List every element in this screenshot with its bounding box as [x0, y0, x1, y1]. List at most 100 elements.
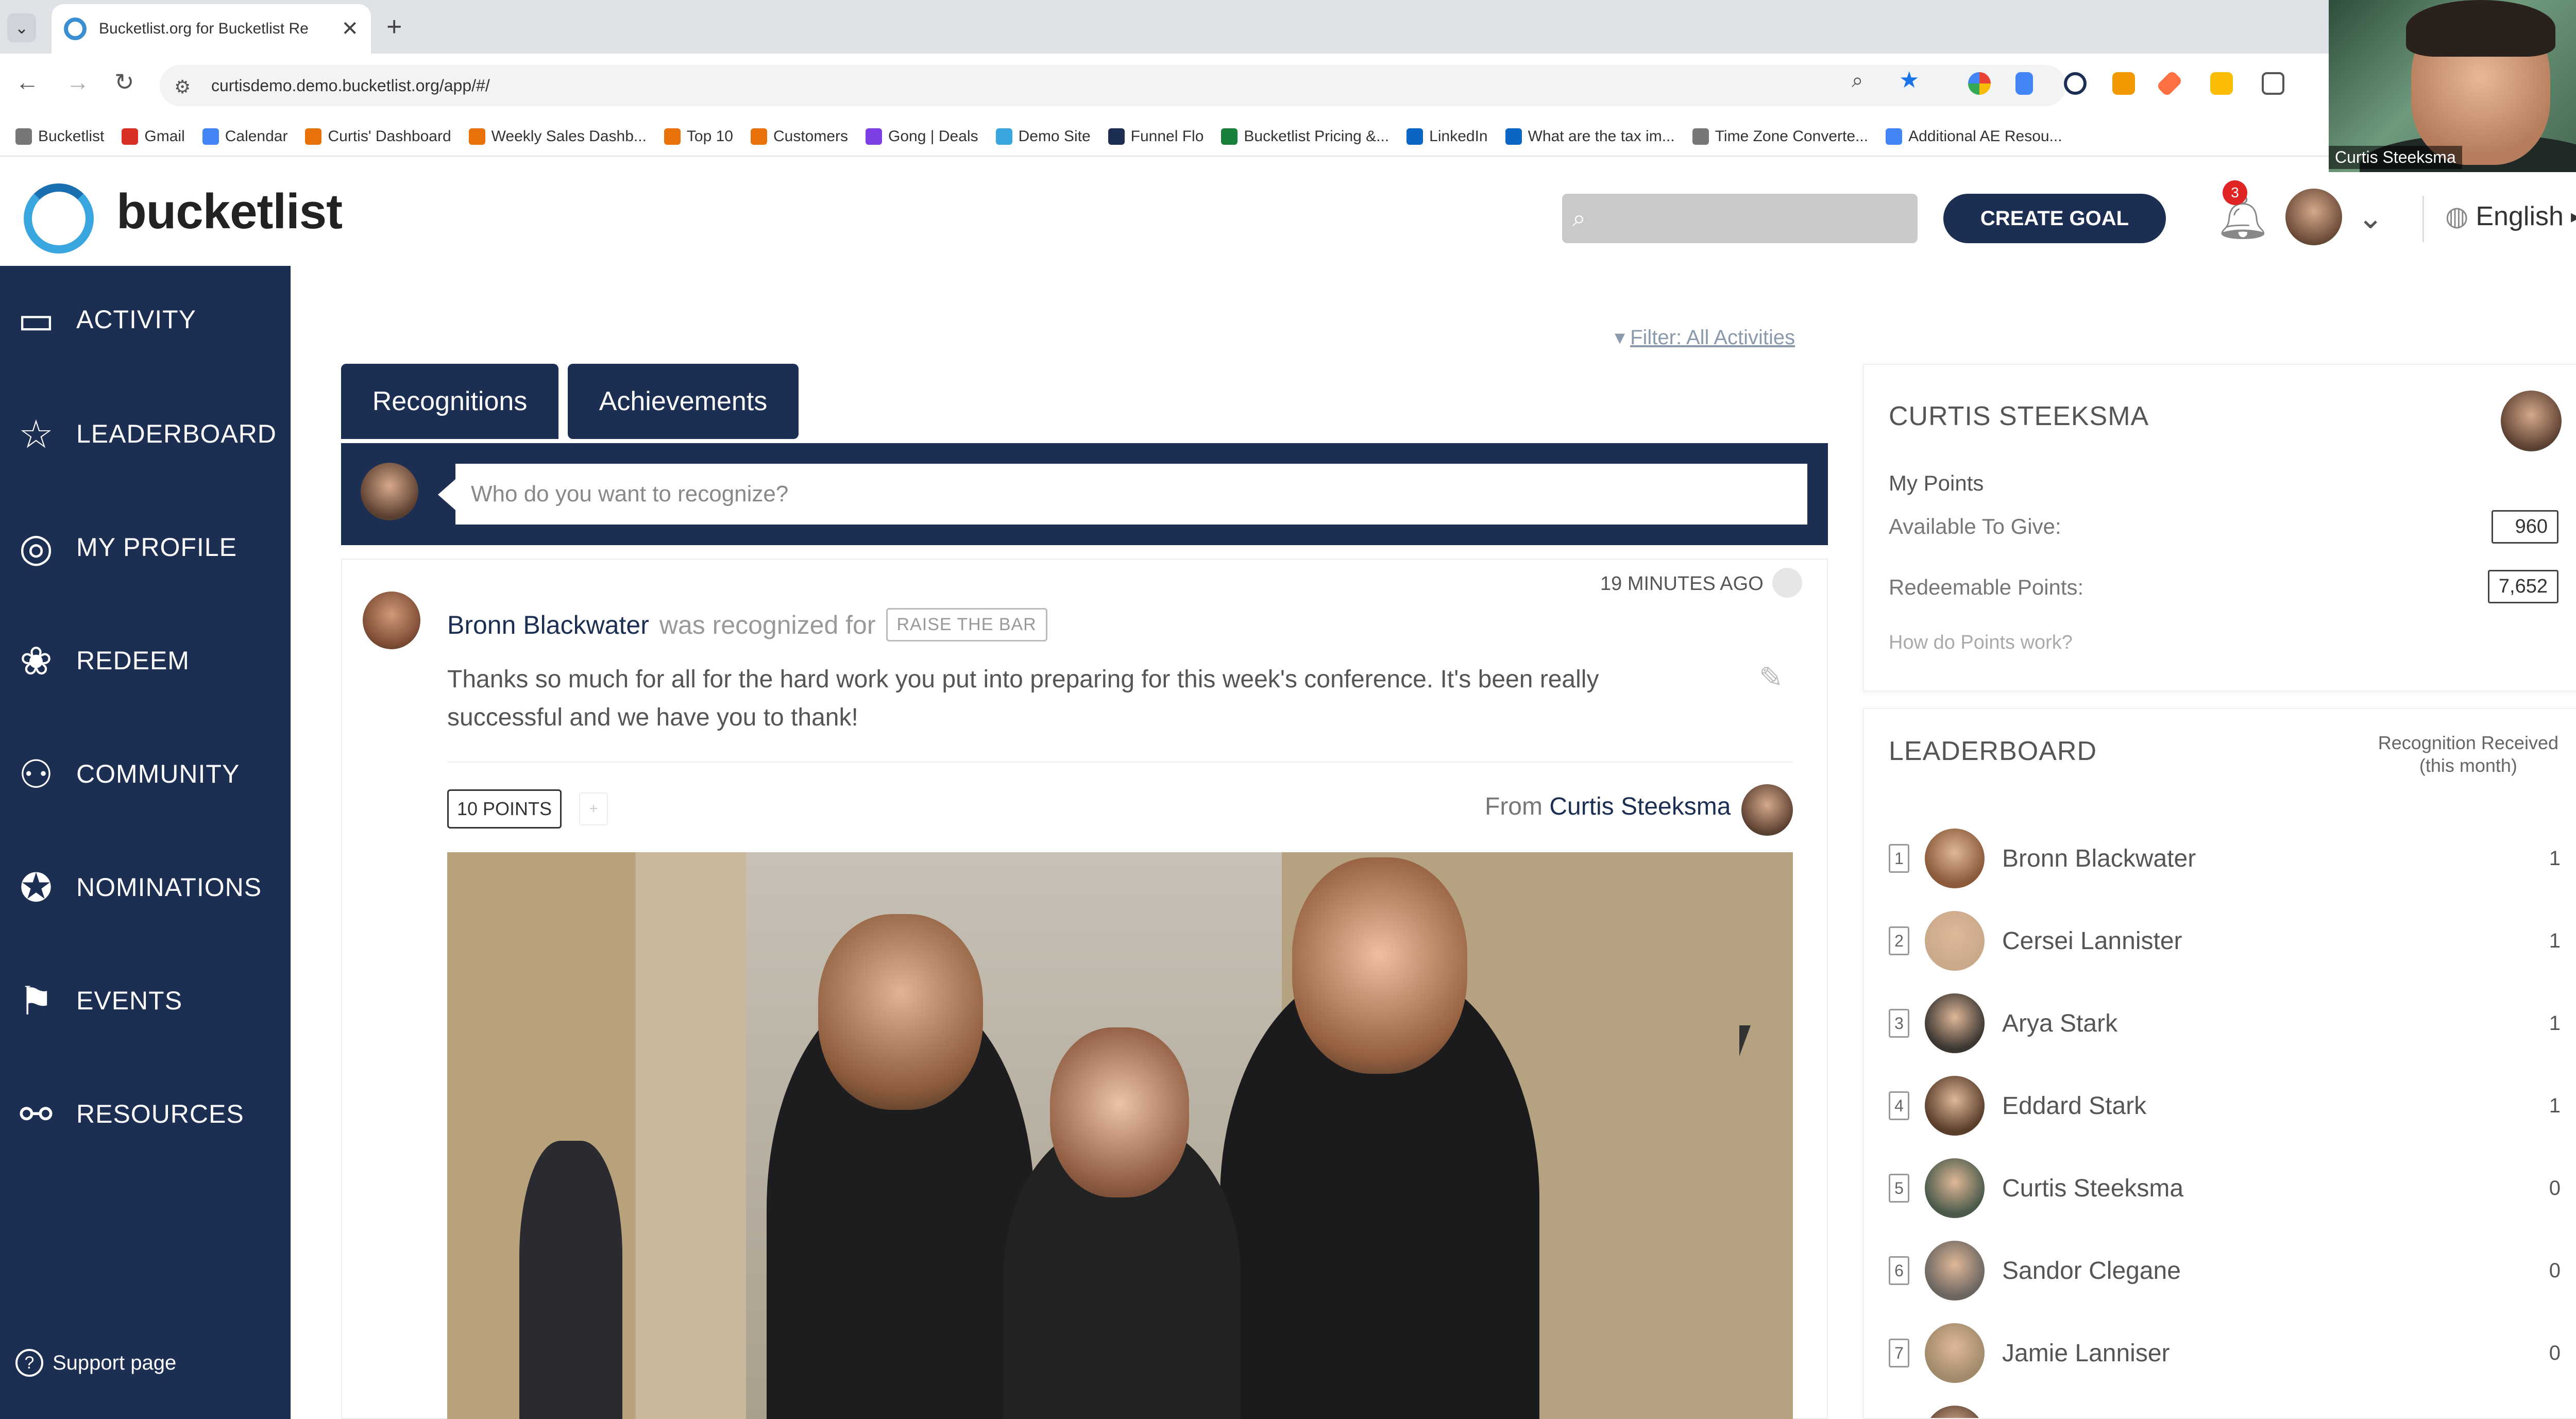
close-tab-icon[interactable]: ✕ [341, 17, 359, 41]
recipient-name[interactable]: Bronn Blackwater [447, 610, 649, 640]
bookmark-item[interactable]: Gmail [122, 128, 185, 145]
bookmark-label: Weekly Sales Dashb... [491, 128, 647, 145]
sender-avatar[interactable] [1741, 784, 1793, 836]
reload-icon[interactable]: ↻ [114, 68, 134, 96]
bookmark-item[interactable]: Curtis' Dashboard [305, 128, 451, 145]
points-badge: 10 POINTS [447, 789, 562, 829]
leaderboard-name[interactable]: Jamie Lanniser [2002, 1339, 2170, 1367]
bookmark-icon [1108, 128, 1125, 145]
filter-link[interactable]: ▾ Filter: All Activities [1615, 326, 1795, 349]
leaderboard-row[interactable]: 1 Bronn Blackwater 1 [1889, 827, 2561, 889]
leaderboard-row[interactable]: 7 Jamie Lanniser 0 [1889, 1322, 2561, 1384]
redeemable-label: Redeemable Points: [1889, 575, 2084, 599]
bookmark-star-icon[interactable]: ★ [1899, 67, 1919, 93]
tab-recognitions[interactable]: Recognitions [341, 364, 558, 439]
leaderboard-row[interactable]: 3 Arya Stark 1 [1889, 992, 2561, 1054]
leaderboard-avatar[interactable] [1925, 1076, 1985, 1136]
bookmark-item[interactable]: Gong | Deals [866, 128, 978, 145]
zoom-icon[interactable]: ⌕ [1852, 69, 1863, 92]
site-settings-icon[interactable]: ⚙ [174, 76, 191, 98]
bookmark-item[interactable]: Additional AE Resou... [1886, 128, 2062, 145]
sidebar-item-activity[interactable]: ▭ ACTIVITY [0, 289, 291, 350]
sidebar-item-resources[interactable]: ⚯ RESOURCES [0, 1083, 291, 1145]
leaderboard-subtitle-line2: (this month) [2419, 755, 2517, 776]
webcam-overlay: Curtis Steeksma [2329, 0, 2576, 172]
add-points-button[interactable]: + [579, 792, 608, 825]
leaderboard-avatar[interactable] [1925, 1406, 1985, 1418]
search-input[interactable] [1596, 208, 1905, 229]
post-message: Thanks so much for all for the hard work… [447, 666, 1599, 731]
sidebar-item-redeem[interactable]: ❀ REDEEM [0, 630, 291, 691]
bookmark-item[interactable]: Top 10 [664, 128, 733, 145]
notification-badge: 3 [2223, 180, 2247, 205]
leaderboard-avatar[interactable] [1925, 1241, 1985, 1300]
tab-list-button[interactable]: ⌄ [7, 13, 36, 42]
from-name[interactable]: Curtis Steeksma [1549, 793, 1731, 820]
language-selector[interactable]: ◍ English ▸ [2445, 201, 2576, 232]
chevron-down-icon[interactable]: ⌄ [2358, 200, 2383, 236]
bookmark-item[interactable]: Calendar [202, 128, 287, 145]
support-label: Support page [53, 1351, 177, 1374]
recognize-input[interactable] [455, 464, 1807, 525]
extension-color-icon[interactable] [1968, 72, 1991, 95]
leaderboard-name[interactable]: Eddard Stark [2002, 1092, 2146, 1120]
user-avatar[interactable] [2285, 189, 2342, 245]
bookmark-item[interactable]: Weekly Sales Dashb... [468, 128, 647, 145]
extension-warning-icon[interactable] [2210, 72, 2233, 95]
bookmark-item[interactable]: Funnel Flo [1108, 128, 1204, 145]
back-arrow-icon[interactable]: ← [15, 68, 39, 96]
recipient-avatar[interactable] [363, 592, 420, 649]
points-help-link[interactable]: How do Points work? [1889, 632, 2073, 654]
bookmark-item[interactable]: LinkedIn [1406, 128, 1488, 145]
leaderboard-avatar[interactable] [1925, 911, 1985, 971]
leaderboard-name[interactable]: Cersei Lannister [2002, 927, 2182, 955]
bookmark-item[interactable]: Customers [750, 128, 848, 145]
edit-pencil-icon[interactable]: ✎ [1759, 661, 1783, 695]
sidebar-item-nominations[interactable]: ✪ NOMINATIONS [0, 856, 291, 918]
address-bar[interactable]: curtisdemo.demo.bucketlist.org/app/#/ [160, 65, 2066, 106]
leaderboard-name[interactable]: Bronn Blackwater [2002, 844, 2196, 873]
sidebar-item-my-profile[interactable]: ◎ MY PROFILE [0, 516, 291, 578]
post-header: Bronn Blackwater was recognized for RAIS… [447, 608, 1047, 641]
create-goal-button[interactable]: CREATE GOAL [1943, 194, 2166, 243]
tab-achievements[interactable]: Achievements [568, 364, 799, 439]
leaderboard-avatar[interactable] [1925, 993, 1985, 1053]
bookmark-item[interactable]: Demo Site [995, 128, 1091, 145]
post-options-icon[interactable] [1772, 568, 1802, 598]
extension-docs-icon[interactable] [2015, 72, 2033, 95]
leaderboard-name[interactable]: Sandor Clegane [2002, 1257, 2181, 1285]
leaderboard-name[interactable]: Curtis Steeksma [2002, 1174, 2183, 1203]
bookmark-icon [15, 128, 32, 145]
bucketlist-logo-icon[interactable] [24, 183, 94, 254]
bookmark-item[interactable]: What are the tax im... [1505, 128, 1675, 145]
bookmark-icon [1406, 128, 1423, 145]
leaderboard-row[interactable]: 5 Curtis Steeksma 0 [1889, 1157, 2561, 1219]
sidebar-item-community[interactable]: ⚇ COMMUNITY [0, 743, 291, 805]
leaderboard-avatar[interactable] [1925, 829, 1985, 888]
leaderboard-avatar[interactable] [1925, 1158, 1985, 1218]
leaderboard-row[interactable]: 4 Eddard Stark 1 [1889, 1075, 2561, 1137]
browser-tab-active[interactable]: Bucketlist.org for Bucketlist Re ✕ [52, 4, 371, 54]
bookmark-item[interactable]: Bucketlist Pricing &... [1221, 128, 1389, 145]
sidebar-item-events[interactable]: ⚑ EVENTS [0, 970, 291, 1032]
new-tab-button[interactable]: + [386, 11, 402, 42]
leaderboard-count: 1 [2549, 929, 2561, 952]
leaderboard-name[interactable]: Arya Stark [2002, 1009, 2117, 1038]
post-photo[interactable] [447, 852, 1793, 1419]
leaderboard-avatar[interactable] [1925, 1323, 1985, 1383]
bookmark-item[interactable]: Bucketlist [15, 128, 104, 145]
sidebar-item-leaderboard[interactable]: ☆ LEADERBOARD [0, 403, 291, 465]
logo-text[interactable]: bucketlist [116, 183, 343, 240]
rank-badge: 7 [1889, 1339, 1909, 1367]
bookmark-item[interactable]: Time Zone Converte... [1692, 128, 1868, 145]
leaderboard-row[interactable]: 6 Sandor Clegane 0 [1889, 1240, 2561, 1302]
search-bar[interactable]: ⌕ [1562, 194, 1918, 243]
extension-info-icon[interactable] [2064, 72, 2087, 95]
forward-arrow-icon[interactable]: → [66, 68, 90, 96]
extensions-puzzle-icon[interactable] [2262, 72, 2284, 95]
leaderboard-row[interactable]: 8Tyrion Lannister0 [1889, 1405, 2561, 1418]
profile-avatar[interactable] [2501, 391, 2562, 451]
extension-grid-icon[interactable] [2112, 72, 2135, 95]
support-link[interactable]: ? Support page [15, 1349, 176, 1377]
leaderboard-row[interactable]: 2 Cersei Lannister 1 [1889, 910, 2561, 972]
